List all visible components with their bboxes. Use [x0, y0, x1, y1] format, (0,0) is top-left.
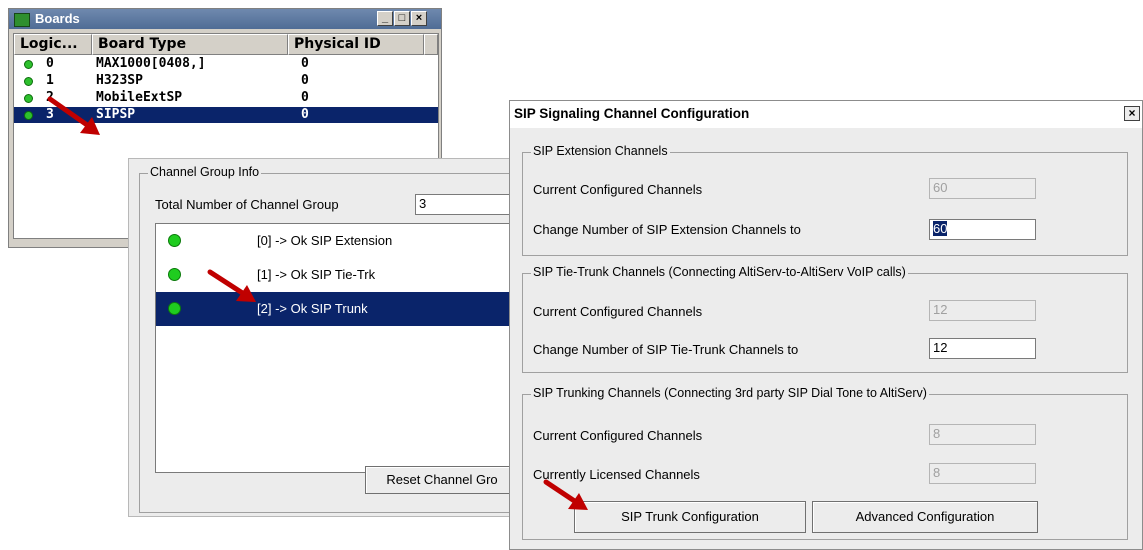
- advanced-configuration-button[interactable]: Advanced Configuration: [812, 501, 1038, 533]
- column-header-physical-id[interactable]: Physical ID: [288, 34, 424, 55]
- ext-current-field: 60: [929, 178, 1036, 199]
- maximize-button[interactable]: □: [394, 11, 410, 26]
- board-physical-id: 0: [301, 107, 309, 122]
- total-channel-group-label: Total Number of Channel Group: [155, 197, 339, 212]
- board-physical-id: 0: [301, 73, 309, 88]
- board-type: MAX1000[0408,]: [96, 56, 206, 71]
- column-header-board-type[interactable]: Board Type: [92, 34, 288, 55]
- trunk-licensed-field: 8: [929, 463, 1036, 484]
- trunk-current-field: 8: [929, 424, 1036, 445]
- status-dot-icon: [24, 60, 33, 69]
- tie-current-field: 12: [929, 300, 1036, 321]
- boards-app-icon: [14, 13, 30, 27]
- ext-current-label: Current Configured Channels: [533, 182, 703, 197]
- board-logic: 0: [46, 56, 54, 71]
- board-physical-id: 0: [301, 56, 309, 71]
- column-header-logic[interactable]: Logic...: [14, 34, 92, 55]
- ext-change-label: Change Number of SIP Extension Channels …: [533, 222, 801, 237]
- boards-title-bar[interactable]: Boards _ □ ×: [9, 9, 441, 29]
- sip-signaling-dialog: SIP Signaling Channel Configuration × SI…: [509, 100, 1143, 550]
- status-dot-icon: [24, 111, 33, 120]
- sip-extension-legend: SIP Extension Channels: [531, 144, 670, 158]
- ext-change-value: 60: [933, 221, 948, 236]
- board-logic: 1: [46, 73, 54, 88]
- status-dot-icon: [168, 268, 181, 281]
- channel-group-info-panel: Channel Group Info Total Number of Chann…: [128, 158, 529, 517]
- status-dot-icon: [168, 302, 181, 315]
- board-physical-id: 0: [301, 90, 309, 105]
- sip-tie-trunk-legend: SIP Tie-Trunk Channels (Connecting AltiS…: [531, 265, 908, 279]
- arrow-icon: [207, 269, 256, 302]
- boards-title: Boards: [35, 11, 80, 26]
- channel-group-info-legend: Channel Group Info: [148, 165, 262, 179]
- ext-change-field[interactable]: 60: [929, 219, 1036, 240]
- status-dot-icon: [24, 94, 33, 103]
- sip-dialog-title: SIP Signaling Channel Configuration: [514, 106, 750, 121]
- close-button[interactable]: ×: [1124, 106, 1140, 121]
- arrow-icon: [543, 479, 588, 510]
- sip-dialog-title-bar[interactable]: SIP Signaling Channel Configuration ×: [510, 101, 1142, 128]
- sip-trunking-legend: SIP Trunking Channels (Connecting 3rd pa…: [531, 386, 929, 400]
- tie-current-label: Current Configured Channels: [533, 304, 703, 319]
- channel-group-text: [0] -> Ok SIP Extension: [257, 233, 393, 248]
- status-dot-icon: [24, 77, 33, 86]
- channel-group-text: [1] -> Ok SIP Tie-Trk: [257, 267, 376, 282]
- trunk-current-label: Current Configured Channels: [533, 428, 703, 443]
- sip-trunk-configuration-button[interactable]: SIP Trunk Configuration: [574, 501, 806, 533]
- board-row[interactable]: 0 MAX1000[0408,] 0: [14, 56, 438, 72]
- close-button[interactable]: ×: [411, 11, 427, 26]
- channel-group-text: [2] -> Ok SIP Trunk: [257, 301, 368, 316]
- minimize-button[interactable]: _: [377, 11, 393, 26]
- arrow-icon: [47, 96, 100, 135]
- channel-group-list[interactable]: [0] -> Ok SIP Extension [1] -> Ok SIP Ti…: [155, 223, 519, 473]
- tie-change-field[interactable]: 12: [929, 338, 1036, 359]
- column-header-filler: [424, 34, 438, 55]
- board-row[interactable]: 1 H323SP 0: [14, 73, 438, 89]
- board-type: MobileExtSP: [96, 90, 183, 105]
- sip-tie-trunk-group: SIP Tie-Trunk Channels (Connecting AltiS…: [522, 265, 1128, 373]
- sip-extension-group: SIP Extension Channels: [522, 144, 1128, 256]
- status-dot-icon: [168, 234, 181, 247]
- tie-change-label: Change Number of SIP Tie-Trunk Channels …: [533, 342, 799, 357]
- reset-channel-group-button[interactable]: Reset Channel Gro: [365, 466, 519, 494]
- channel-group-item[interactable]: [0] -> Ok SIP Extension: [156, 224, 518, 258]
- board-type: H323SP: [96, 73, 143, 88]
